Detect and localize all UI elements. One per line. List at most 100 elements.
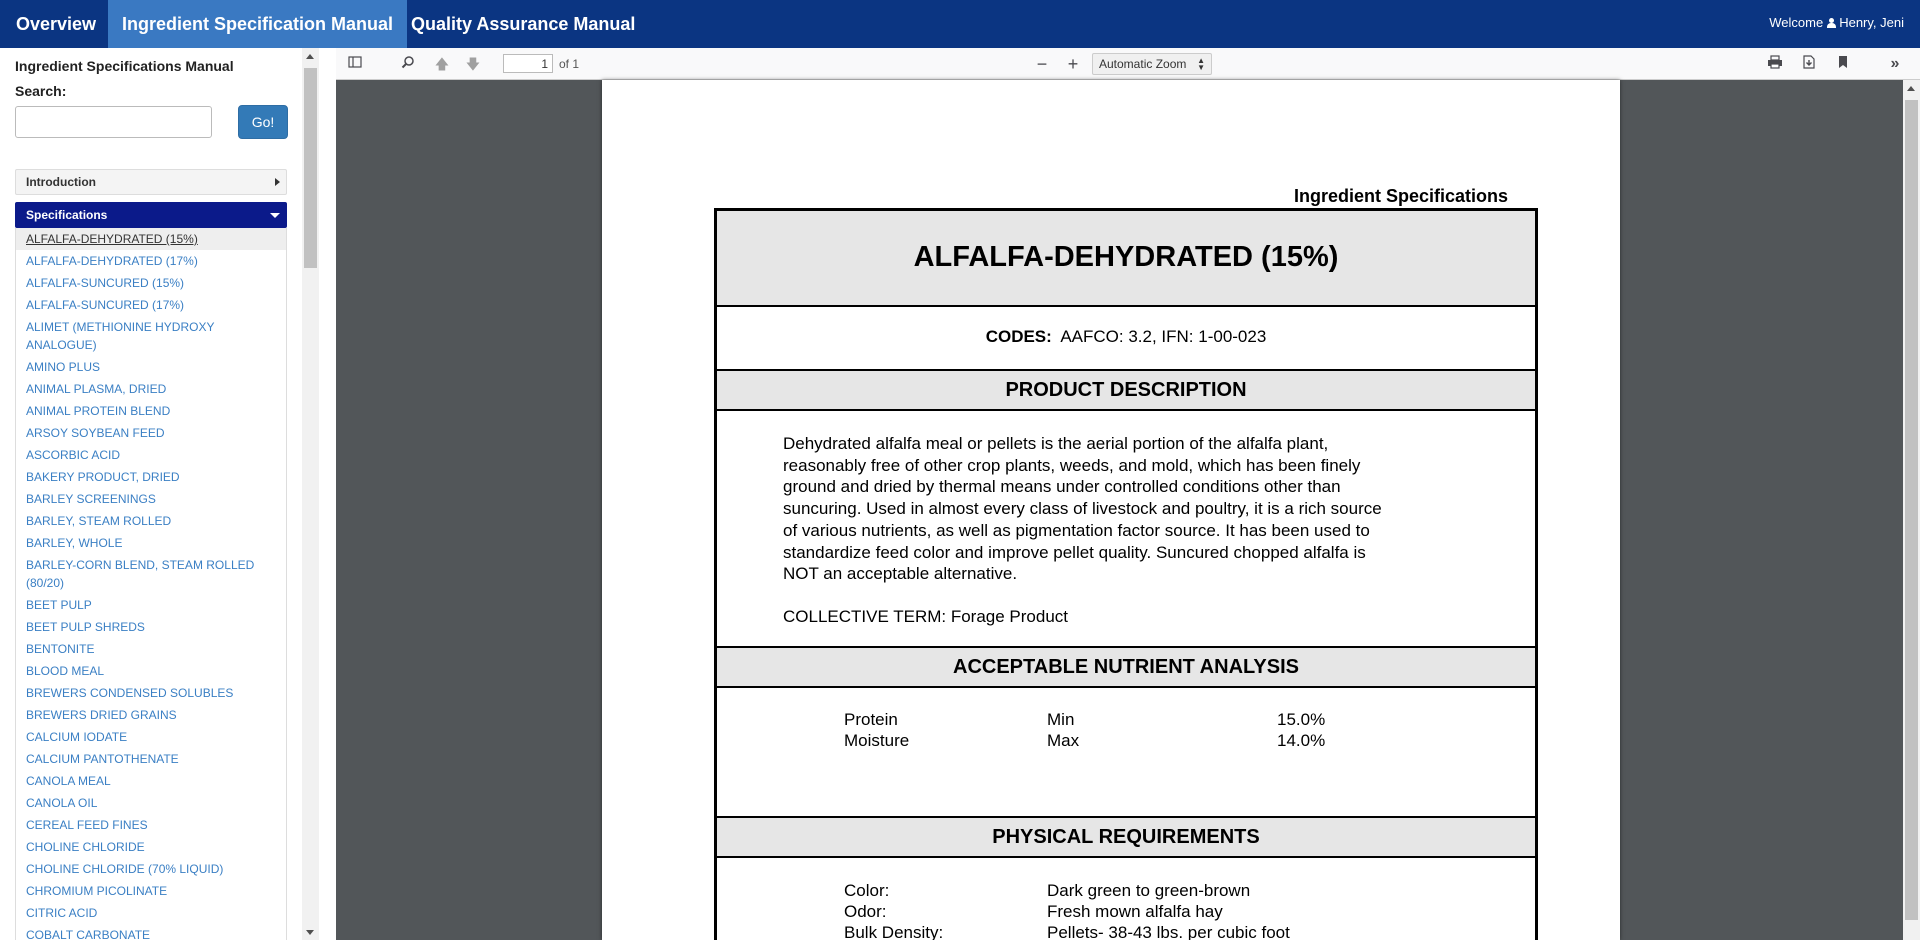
specification-list-item[interactable]: BAKERY PRODUCT, DRIED — [16, 466, 286, 488]
zoom-in-icon[interactable]: + — [1063, 54, 1083, 74]
nutrient-analysis-heading: ACCEPTABLE NUTRIENT ANALYSIS — [717, 646, 1535, 688]
nutrient-value: 15.0% — [1277, 710, 1326, 729]
specification-list-item[interactable]: CHOLINE CHLORIDE (70% LIQUID) — [16, 858, 286, 880]
description-line: NOT an acceptable alternative. — [783, 564, 1018, 584]
sidebar: Ingredient Specifications Manual Search:… — [0, 48, 320, 940]
scroll-up-arrow-icon[interactable] — [306, 54, 314, 59]
specification-list-item[interactable]: BREWERS CONDENSED SOLUBLES — [16, 682, 286, 704]
document-header: Ingredient Specifications — [1293, 186, 1508, 206]
specification-list-item[interactable]: CALCIUM PANTOTHENATE — [16, 748, 286, 770]
previous-page-icon[interactable]: 🡅 — [432, 54, 452, 74]
specification-list-item[interactable]: BARLEY SCREENINGS — [16, 488, 286, 510]
specification-list-item[interactable]: AMINO PLUS — [16, 356, 286, 378]
search-icon[interactable] — [398, 54, 418, 74]
page-count-label: of 1 — [559, 57, 580, 71]
print-icon[interactable] — [1765, 54, 1785, 74]
specification-list-item[interactable]: CANOLA MEAL — [16, 770, 286, 792]
nutrient-value: 14.0% — [1277, 731, 1326, 750]
physical-name: Bulk Density: — [844, 923, 944, 940]
specification-list-item[interactable]: ALIMET (METHIONINE HYDROXY ANALOGUE) — [16, 316, 286, 356]
user-icon — [1827, 18, 1837, 28]
accordion-specifications-label: Specifications — [26, 208, 108, 222]
codes-line: CODES: AAFCO: 3.2, IFN: 1-00-023 — [717, 327, 1535, 347]
specification-list-item[interactable]: ASCORBIC ACID — [16, 444, 286, 466]
physical-name: Color: — [844, 881, 890, 900]
download-icon[interactable] — [1799, 54, 1819, 74]
specification-list-item[interactable]: CANOLA OIL — [16, 792, 286, 814]
caret-down-icon — [270, 213, 280, 218]
user-name: Henry, Jeni — [1839, 15, 1904, 30]
specification-list-item[interactable]: BEET PULP SHREDS — [16, 616, 286, 638]
nav-tab-overview[interactable]: Overview — [2, 0, 110, 48]
specification-list-item[interactable]: ANIMAL PROTEIN BLEND — [16, 400, 286, 422]
zoom-out-icon[interactable]: − — [1032, 54, 1052, 74]
physical-value: Fresh mown alfalfa hay — [1047, 902, 1223, 921]
physical-value: Pellets- 38-43 lbs. per cubic foot — [1047, 923, 1290, 940]
specification-list-item[interactable]: ANIMAL PLASMA, DRIED — [16, 378, 286, 400]
accordion-introduction-label: Introduction — [26, 175, 96, 189]
top-navigation-bar: Overview Ingredient Specification Manual… — [0, 0, 1920, 48]
scroll-up-arrow-icon[interactable] — [1907, 86, 1915, 91]
accordion-specifications[interactable]: Specifications — [15, 202, 287, 228]
pdf-viewer: 🡅 🡇 of 1 − + Automatic Zoom ▲▼ » Ingredi… — [336, 48, 1920, 940]
caret-right-icon — [275, 178, 280, 186]
search-label: Search: — [15, 83, 67, 99]
accordion-introduction[interactable]: Introduction — [15, 169, 287, 195]
sidebar-scroll-thumb[interactable] — [304, 68, 317, 268]
tools-icon[interactable]: » — [1885, 54, 1905, 74]
bookmark-icon[interactable] — [1833, 54, 1853, 74]
specification-list-item[interactable]: CHROMIUM PICOLINATE — [16, 880, 286, 902]
specification-list-item[interactable]: CHOLINE CHLORIDE — [16, 836, 286, 858]
search-input[interactable] — [15, 106, 212, 138]
physical-name: Odor: — [844, 902, 887, 921]
viewer-scroll-thumb[interactable] — [1905, 100, 1918, 920]
description-line: reasonably free of other crop plants, we… — [783, 455, 1361, 475]
nav-tab-quality-assurance-manual[interactable]: Quality Assurance Manual — [397, 0, 649, 48]
specification-list-item[interactable]: BARLEY-CORN BLEND, STEAM ROLLED (80/20) — [16, 554, 286, 594]
description-line: ground and dried by thermal means under … — [783, 477, 1341, 497]
scroll-down-arrow-icon[interactable] — [306, 930, 314, 935]
pdf-toolbar: 🡅 🡇 of 1 − + Automatic Zoom ▲▼ » — [336, 48, 1920, 80]
pdf-page: Ingredient Specifications ALFALFA-DEHYDR… — [602, 80, 1620, 940]
collective-term: COLLECTIVE TERM: Forage Product — [783, 607, 1069, 626]
page-number-input[interactable] — [503, 54, 553, 73]
specification-list-item[interactable]: ALFALFA-SUNCURED (15%) — [16, 272, 286, 294]
welcome-user[interactable]: Welcome Henry, Jeni — [1769, 0, 1904, 46]
document-title: ALFALFA-DEHYDRATED (15%) — [717, 211, 1535, 307]
zoom-select-value: Automatic Zoom — [1099, 57, 1187, 71]
nutrient-limit: Max — [1047, 731, 1080, 750]
physical-requirements-heading: PHYSICAL REQUIREMENTS — [717, 816, 1535, 858]
sidebar-scrollbar[interactable] — [302, 48, 319, 940]
specification-list-item[interactable]: CITRIC ACID — [16, 902, 286, 924]
nutrient-name: Protein — [844, 710, 898, 729]
specification-list-item[interactable]: ARSOY SOYBEAN FEED — [16, 422, 286, 444]
nutrient-name: Moisture — [844, 731, 910, 750]
specification-list: ALFALFA-DEHYDRATED (15%) ALFALFA-DEHYDRAT… — [15, 228, 287, 940]
specification-list-item[interactable]: BENTONITE — [16, 638, 286, 660]
specification-list-item[interactable]: BARLEY, WHOLE — [16, 532, 286, 554]
specification-list-item[interactable]: BREWERS DRIED GRAINS — [16, 704, 286, 726]
specification-list-item[interactable]: BARLEY, STEAM ROLLED — [16, 510, 286, 532]
description-line: standardize feed color and improve pelle… — [783, 542, 1366, 562]
go-button[interactable]: Go! — [238, 105, 288, 139]
select-arrows-icon: ▲ ▼ — [1197, 56, 1205, 72]
specification-list-item[interactable]: COBALT CARBONATE — [16, 924, 286, 940]
specification-list-item[interactable]: ALFALFA-DEHYDRATED (15%) — [16, 228, 286, 250]
specification-list-item[interactable]: ALFALFA-SUNCURED (17%) — [16, 294, 286, 316]
sidebar-title: Ingredient Specifications Manual — [15, 58, 234, 74]
specification-list-item[interactable]: CEREAL FEED FINES — [16, 814, 286, 836]
sidebar-toggle-icon[interactable] — [345, 54, 365, 74]
next-page-icon[interactable]: 🡇 — [463, 54, 483, 74]
zoom-select[interactable]: Automatic Zoom ▲ ▼ — [1092, 53, 1212, 75]
nav-tab-ingredient-specification-manual[interactable]: Ingredient Specification Manual — [108, 0, 408, 48]
specification-list-item[interactable]: BEET PULP — [16, 594, 286, 616]
specification-list-item[interactable]: BLOOD MEAL — [16, 660, 286, 682]
specification-box: ALFALFA-DEHYDRATED (15%) CODES: AAFCO: 3… — [714, 208, 1538, 940]
viewer-scrollbar[interactable] — [1903, 80, 1920, 940]
welcome-label: Welcome — [1769, 15, 1824, 30]
description-line: Dehydrated alfalfa meal or pellets is th… — [783, 434, 1329, 453]
specification-list-item[interactable]: CALCIUM IODATE — [16, 726, 286, 748]
specification-list-item[interactable]: ALFALFA-DEHYDRATED (17%) — [16, 250, 286, 272]
product-description-text: Dehydrated alfalfa meal or pellets is th… — [783, 433, 1443, 585]
codes-value: AAFCO: 3.2, IFN: 1-00-023 — [1060, 327, 1267, 346]
